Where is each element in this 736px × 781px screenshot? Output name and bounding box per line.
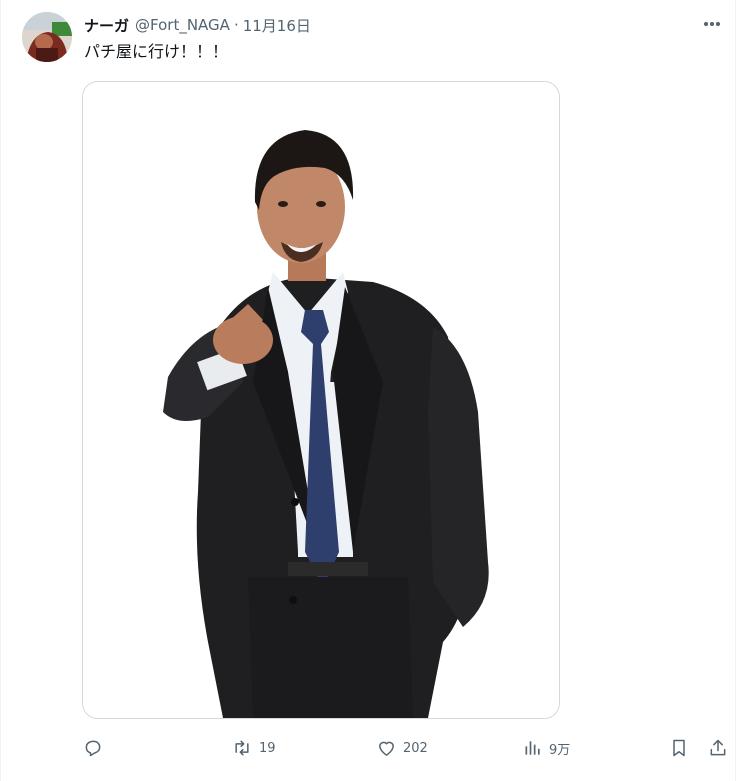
reply-button[interactable] [83,734,103,762]
user-handle[interactable]: @Fort_NAGA [135,16,230,34]
heart-icon [379,741,394,756]
avatar[interactable] [22,12,72,62]
display-name[interactable]: ナーガ [84,15,129,36]
retweet-icon [235,740,249,756]
share-icon [710,739,726,756]
separator-dot: · [233,16,239,34]
like-count: 202 [403,740,428,756]
avatar-image [22,12,72,62]
tweet-actions: 19 202 9万 [1,734,736,762]
bookmark-button[interactable] [669,734,689,762]
tweet-media[interactable] [82,81,560,719]
tweet-card[interactable]: ナーガ @Fort_NAGA · 11月16日 パチ屋に行け！！！ 19 202… [0,0,736,781]
views-button[interactable]: 9万 [523,734,570,762]
tweet-header: ナーガ @Fort_NAGA · 11月16日 [84,14,311,36]
photo-of-man-in-suit-pointing [83,82,559,718]
tweet-date[interactable]: 11月16日 [243,15,311,36]
retweet-count: 19 [259,740,276,756]
tweet-text: パチ屋に行け！！！ [84,42,229,61]
more-options-button[interactable] [699,12,725,36]
like-button[interactable]: 202 [376,734,428,762]
reply-icon [85,740,101,757]
bookmark-icon [673,739,685,757]
views-chart-icon [525,741,540,755]
views-count: 9万 [549,742,571,758]
retweet-button[interactable]: 19 [231,734,276,762]
more-icon [704,22,720,26]
share-button[interactable] [708,734,728,762]
